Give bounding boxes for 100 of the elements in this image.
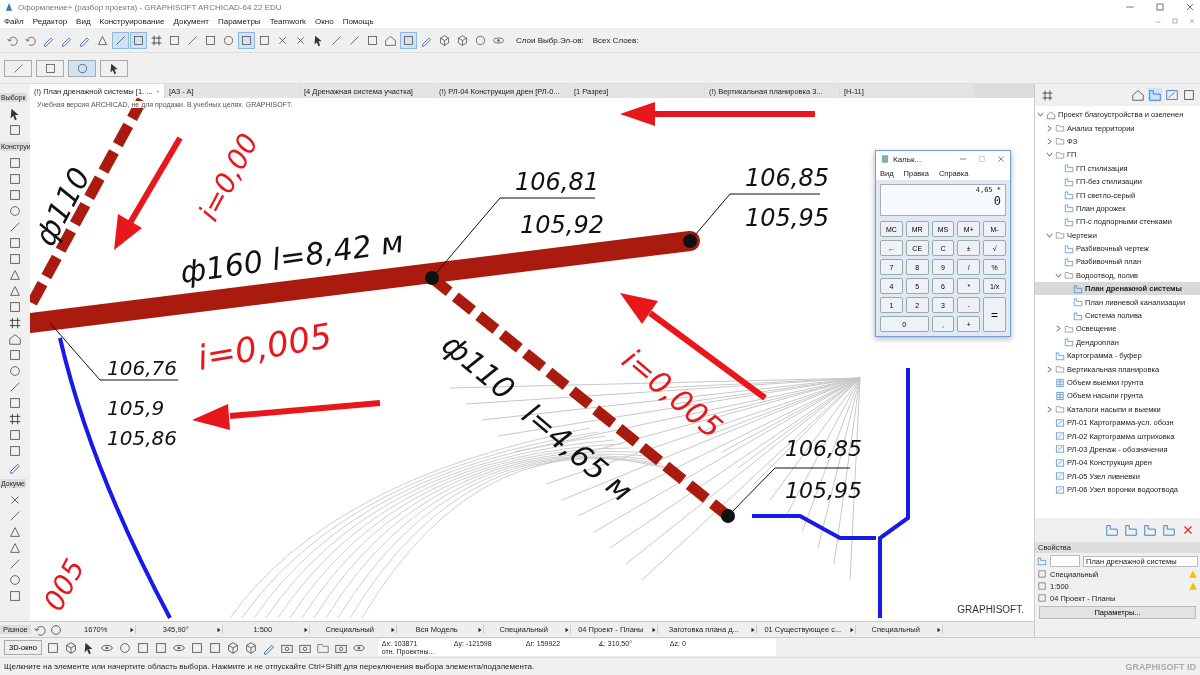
square-icon[interactable] <box>8 123 22 137</box>
square-icon[interactable] <box>8 300 22 314</box>
square-icon[interactable] <box>1182 88 1196 102</box>
caret-icon <box>650 626 657 633</box>
plan-view-icon[interactable] <box>1105 523 1119 537</box>
square-icon[interactable] <box>207 640 222 655</box>
circle-icon[interactable] <box>8 573 22 587</box>
calculator-icon <box>880 154 890 164</box>
plan-view-icon <box>1037 556 1047 566</box>
chevron-down-icon[interactable] <box>1046 151 1053 159</box>
elevation-label: 105,95 <box>745 204 829 232</box>
square-icon[interactable] <box>135 640 150 655</box>
triangle-icon <box>96 33 109 47</box>
cube-icon[interactable] <box>243 640 258 655</box>
chevron-down-icon[interactable] <box>1055 271 1062 279</box>
elevation-label: 105,86 <box>107 426 177 450</box>
plan-view-icon <box>1073 310 1083 321</box>
table-icon <box>1055 377 1065 388</box>
menu-item[interactable]: Параметры <box>217 16 261 26</box>
plan-view-icon <box>1064 257 1074 267</box>
toolbar-button[interactable] <box>100 59 128 77</box>
square-icon[interactable] <box>8 428 22 442</box>
square-icon[interactable] <box>8 396 22 410</box>
chevron-down-icon[interactable] <box>1037 111 1044 119</box>
triangle-icon[interactable] <box>8 268 22 282</box>
square-icon[interactable] <box>8 172 22 186</box>
triangle-icon[interactable] <box>8 284 22 298</box>
plan-view-icon <box>1064 203 1074 214</box>
layout-sheet-icon[interactable] <box>1165 88 1179 102</box>
square-icon[interactable] <box>45 640 60 655</box>
chevron-right-icon[interactable] <box>1046 137 1053 145</box>
house-icon[interactable] <box>1131 88 1145 102</box>
square-icon[interactable] <box>8 444 22 458</box>
close-icon[interactable] <box>996 154 1006 164</box>
line-icon[interactable] <box>8 557 22 571</box>
grid-icon[interactable] <box>8 316 22 330</box>
elevation-label: 105,9 <box>107 396 165 420</box>
elevation-label: 106,76 <box>107 356 177 380</box>
line-icon[interactable] <box>8 220 22 234</box>
caret-icon <box>749 626 756 633</box>
square-icon <box>366 33 379 47</box>
restore-icon[interactable] <box>1154 1 1166 13</box>
folder-icon <box>1055 404 1065 415</box>
plan-view-icon[interactable] <box>1162 523 1176 537</box>
calculator-key[interactable]: = <box>983 297 1006 332</box>
circle-icon[interactable] <box>8 364 22 378</box>
chevron-right-icon[interactable] <box>1046 365 1053 373</box>
circle-icon[interactable] <box>8 204 22 218</box>
line-icon[interactable] <box>8 509 22 523</box>
close-icon[interactable] <box>1184 1 1196 13</box>
menu-item[interactable]: Документ <box>173 16 209 26</box>
pipe-label: ф110 <box>30 161 98 252</box>
folder-icon <box>1064 270 1074 281</box>
menu-item[interactable]: Окно <box>315 16 334 26</box>
square-icon <box>43 61 57 75</box>
slope-label: i=0,005 <box>194 315 335 378</box>
menu-item[interactable]: Редактор <box>32 16 68 26</box>
square-icon <box>1037 569 1047 579</box>
menu-item[interactable]: Teamwork <box>269 16 307 26</box>
chevron-right-icon[interactable] <box>1046 124 1053 132</box>
chevron-down-icon[interactable] <box>1046 231 1053 239</box>
caret-icon <box>848 626 855 633</box>
square-icon <box>258 33 271 47</box>
layers-label: Всех Слоев: <box>592 35 639 45</box>
zoom-icon[interactable] <box>48 622 63 637</box>
circle-icon[interactable] <box>117 640 132 655</box>
plan-view-icon <box>1064 176 1074 187</box>
triangle-icon[interactable] <box>8 541 22 555</box>
chevron-right-icon[interactable] <box>1055 325 1062 333</box>
id-field[interactable] <box>1050 555 1080 567</box>
graphisoft-brand: GRAPHISOFT. <box>957 604 1024 615</box>
grid-icon[interactable] <box>8 412 22 426</box>
square-icon[interactable] <box>8 348 22 362</box>
menu-item[interactable]: Файл <box>4 16 24 26</box>
caret-icon <box>302 626 309 633</box>
square-icon[interactable] <box>153 640 168 655</box>
cube-icon <box>456 33 469 47</box>
menu-item[interactable]: Помощь <box>342 16 374 26</box>
square-icon[interactable] <box>189 640 204 655</box>
house-icon[interactable] <box>8 332 22 346</box>
square-icon[interactable] <box>8 156 22 170</box>
line-icon[interactable] <box>8 380 22 394</box>
triangle-icon[interactable] <box>8 525 22 539</box>
square-icon <box>168 33 181 47</box>
square-icon[interactable] <box>8 188 22 202</box>
cube-icon[interactable] <box>63 640 78 655</box>
plan-view-icon[interactable] <box>1148 88 1162 102</box>
menu-item[interactable]: Вид <box>76 16 91 26</box>
grid-icon <box>150 33 163 47</box>
square-icon[interactable] <box>8 252 22 266</box>
plan-view-icon[interactable] <box>1143 523 1157 537</box>
chevron-right-icon[interactable] <box>1046 405 1053 413</box>
floor-plan-canvas[interactable] <box>30 98 1034 621</box>
caret-icon <box>563 626 570 633</box>
square-icon[interactable] <box>8 589 22 603</box>
menu-item[interactable]: Конструирование <box>99 16 165 26</box>
elevation-label: 106,85 <box>785 436 862 461</box>
cube-icon[interactable] <box>225 640 240 655</box>
plan-view-icon[interactable] <box>1124 523 1138 537</box>
square-icon[interactable] <box>8 236 22 250</box>
